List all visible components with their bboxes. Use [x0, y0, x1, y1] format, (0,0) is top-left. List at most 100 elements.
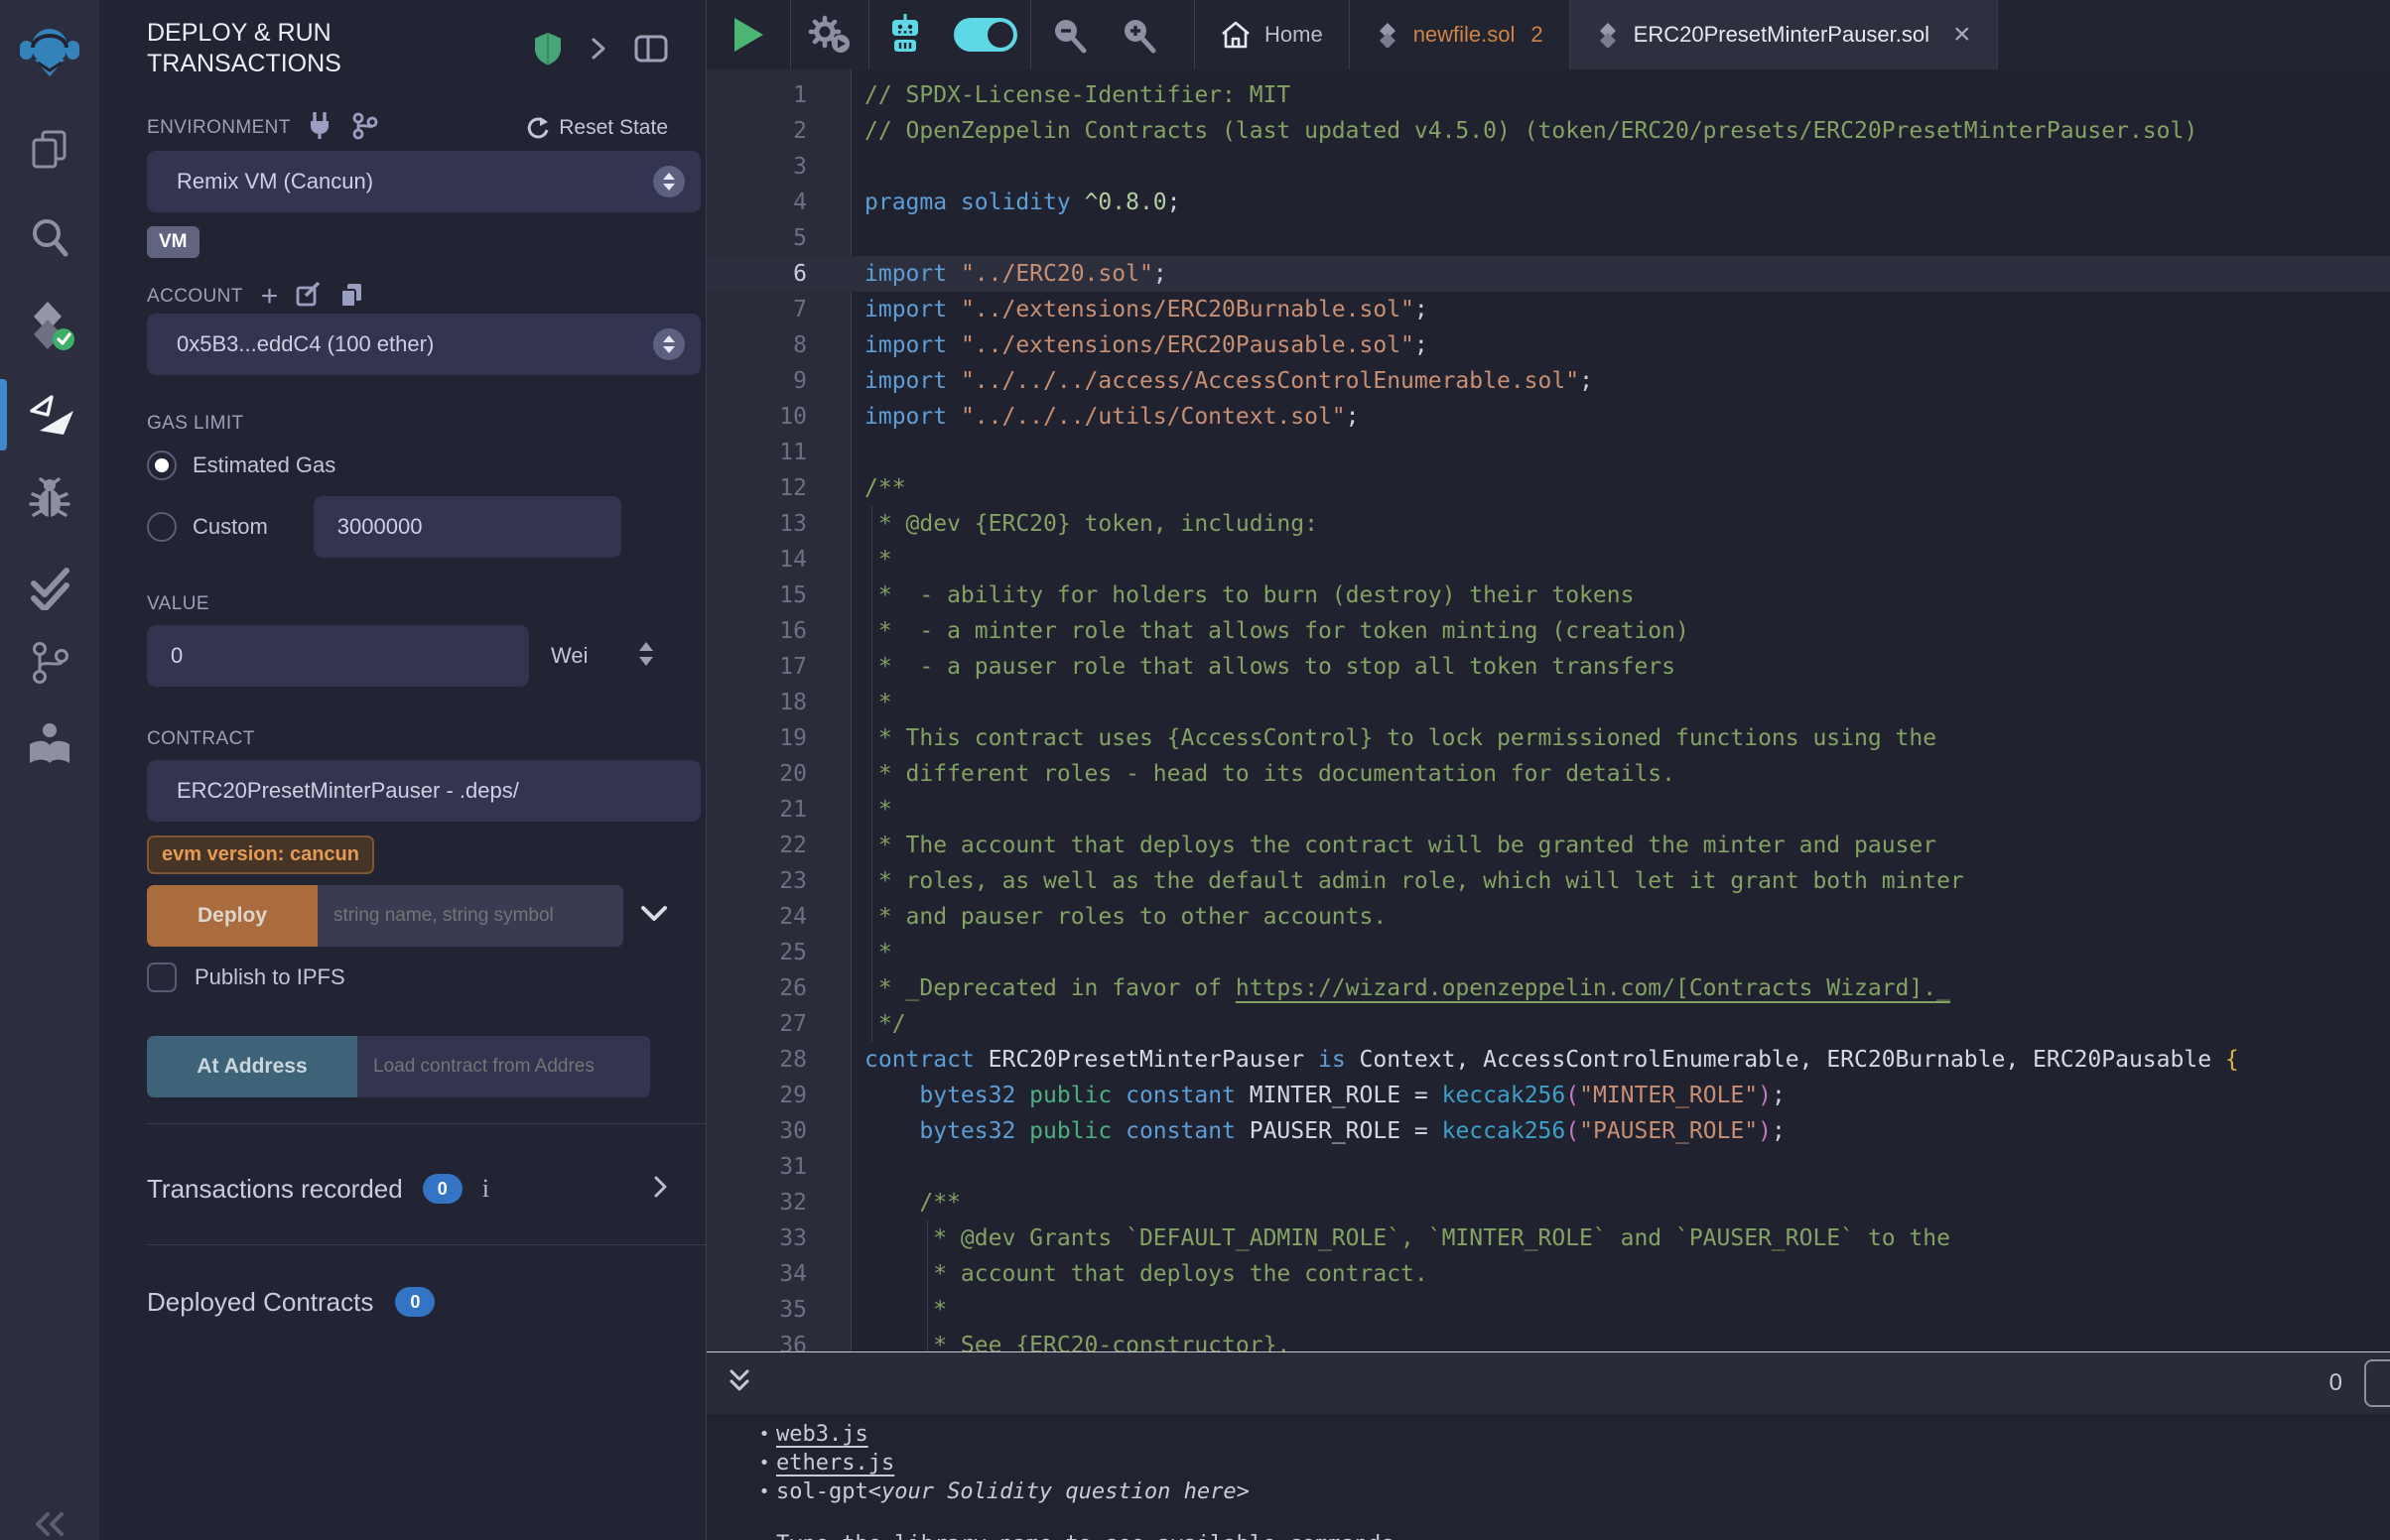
code-line: 28contract ERC20PresetMinterPauser is Co…	[707, 1042, 2390, 1078]
line-number: 21	[707, 792, 851, 828]
zoom-in-icon[interactable]	[1107, 0, 1170, 69]
line-number: 8	[707, 327, 851, 363]
terminal-hint: Type the library name to see available c…	[776, 1530, 2390, 1540]
code-line: 25 *	[707, 935, 2390, 970]
publish-ipfs-checkbox[interactable]	[147, 962, 177, 992]
shield-icon	[533, 32, 563, 70]
code-line: 12/**	[707, 470, 2390, 506]
code-line: 5	[707, 220, 2390, 256]
remix-ide-window: DEPLOY & RUN TRANSACTIONS ENVIRONMENT	[0, 0, 2390, 1540]
code-editor[interactable]: 1// SPDX-License-Identifier: MIT2// Open…	[707, 69, 2390, 1351]
contract-label: CONTRACT	[147, 728, 255, 750]
value-input[interactable]	[147, 625, 529, 687]
plug-icon[interactable]	[307, 112, 332, 145]
code-line: 27 */	[707, 1006, 2390, 1042]
solidity-compiler-icon[interactable]	[0, 298, 99, 353]
at-address-button[interactable]: At Address	[147, 1036, 357, 1097]
tab-newfile[interactable]: newfile.sol 2	[1349, 0, 1569, 69]
code-line: 21 *	[707, 792, 2390, 828]
close-tab-icon[interactable]: ×	[1953, 25, 1971, 45]
collapse-panel-icon[interactable]	[591, 37, 606, 65]
line-number: 16	[707, 613, 851, 649]
code-line: 10import "../../../utils/Context.sol";	[707, 399, 2390, 435]
expand-deploy-icon[interactable]	[641, 906, 667, 927]
unit-testing-icon[interactable]	[0, 558, 99, 613]
account-select[interactable]: 0x5B3...eddC4 (100 ether)	[147, 314, 701, 375]
bullet-icon: •	[752, 1420, 776, 1449]
run-script-icon[interactable]	[707, 0, 790, 69]
line-number: 2	[707, 113, 851, 149]
code-lines: 1// SPDX-License-Identifier: MIT2// Open…	[707, 77, 2390, 1351]
remix-logo-icon[interactable]	[0, 18, 99, 87]
line-number: 20	[707, 756, 851, 792]
code-line: 9import "../../../access/AccessControlEn…	[707, 363, 2390, 399]
zoom-out-icon[interactable]	[1031, 0, 1107, 69]
code-line: 35 *	[707, 1292, 2390, 1328]
pin-panel-icon[interactable]	[634, 35, 668, 67]
code-line: 18 *	[707, 685, 2390, 720]
line-number: 33	[707, 1220, 851, 1256]
contract-select[interactable]: ERC20PresetMinterPauser - .deps/	[147, 760, 701, 822]
line-number: 35	[707, 1292, 851, 1328]
plugin-manager-icon[interactable]	[0, 1512, 99, 1540]
terminal-list-item[interactable]: •web3.js	[707, 1420, 2390, 1449]
terminal-list-item[interactable]: •ethers.js	[707, 1449, 2390, 1477]
code-line: 36 * See {ERC20-constructor}.	[707, 1328, 2390, 1351]
deploy-button[interactable]: Deploy	[147, 885, 318, 947]
deploy-run-icon[interactable]	[0, 385, 99, 441]
tab-erc20presetminterpauser[interactable]: ERC20PresetMinterPauser.sol ×	[1569, 0, 1998, 69]
line-number: 7	[707, 292, 851, 327]
info-icon[interactable]: i	[482, 1174, 489, 1204]
vm-badge: VM	[147, 226, 199, 258]
file-explorer-icon[interactable]	[0, 124, 99, 174]
gas-limit-label: GAS LIMIT	[147, 413, 244, 435]
line-number: 34	[707, 1256, 851, 1292]
panel-title: DEPLOY & RUN TRANSACTIONS	[147, 18, 514, 79]
ai-copilot-icon[interactable]	[869, 0, 941, 69]
expand-transactions-icon[interactable]	[653, 1175, 668, 1204]
custom-gas-input[interactable]	[314, 496, 621, 558]
deploy-params-input[interactable]	[318, 885, 623, 947]
git-icon[interactable]	[0, 637, 99, 689]
debugger-icon[interactable]	[0, 470, 99, 524]
edit-account-icon[interactable]	[296, 282, 322, 313]
line-number: 36	[707, 1328, 851, 1351]
environment-select[interactable]: Remix VM (Cancun)	[147, 151, 701, 212]
code-line: 16 * - a minter role that allows for tok…	[707, 613, 2390, 649]
line-number: 9	[707, 363, 851, 399]
code-line: 33 * @dev Grants `DEFAULT_ADMIN_ROLE`, `…	[707, 1220, 2390, 1256]
terminal-scroll-button[interactable]	[2364, 1359, 2390, 1407]
line-number: 31	[707, 1149, 851, 1185]
ai-copilot-toggle[interactable]	[941, 0, 1030, 69]
terminal-bar[interactable]: 0	[707, 1351, 2390, 1414]
reset-state-button[interactable]: Reset State	[525, 116, 668, 140]
bullet-icon: •	[752, 1449, 776, 1477]
code-line: 14 *	[707, 542, 2390, 578]
value-unit-label[interactable]: Wei	[551, 643, 589, 669]
line-number: 3	[707, 149, 851, 185]
line-number: 1	[707, 77, 851, 113]
script-config-icon[interactable]	[791, 0, 868, 69]
at-address-input[interactable]	[357, 1036, 650, 1097]
search-icon[interactable]	[0, 212, 99, 262]
estimated-gas-radio[interactable]	[147, 450, 177, 480]
code-line: 22 * The account that deploys the contra…	[707, 828, 2390, 863]
code-line: 1// SPDX-License-Identifier: MIT	[707, 77, 2390, 113]
tab-home[interactable]: Home	[1194, 0, 1349, 69]
terminal-body[interactable]: •web3.js•ethers.js•sol-gpt <your Solidit…	[707, 1414, 2390, 1540]
expand-terminal-icon[interactable]	[729, 1368, 750, 1399]
copy-account-icon[interactable]	[339, 282, 363, 313]
line-number: 17	[707, 649, 851, 685]
learneth-icon[interactable]	[0, 716, 99, 772]
code-line: 23 * roles, as well as the default admin…	[707, 863, 2390, 899]
value-label: VALUE	[147, 593, 209, 615]
custom-gas-label: Custom	[193, 514, 268, 540]
add-account-icon[interactable]: +	[261, 285, 279, 309]
icon-rail	[0, 0, 100, 1540]
transactions-recorded-label: Transactions recorded	[147, 1174, 403, 1205]
value-stepper-icon[interactable]	[637, 640, 655, 673]
deployed-count-badge: 0	[395, 1287, 435, 1317]
custom-gas-radio[interactable]	[147, 512, 177, 542]
fork-environment-icon[interactable]	[350, 112, 378, 145]
line-number: 19	[707, 720, 851, 756]
